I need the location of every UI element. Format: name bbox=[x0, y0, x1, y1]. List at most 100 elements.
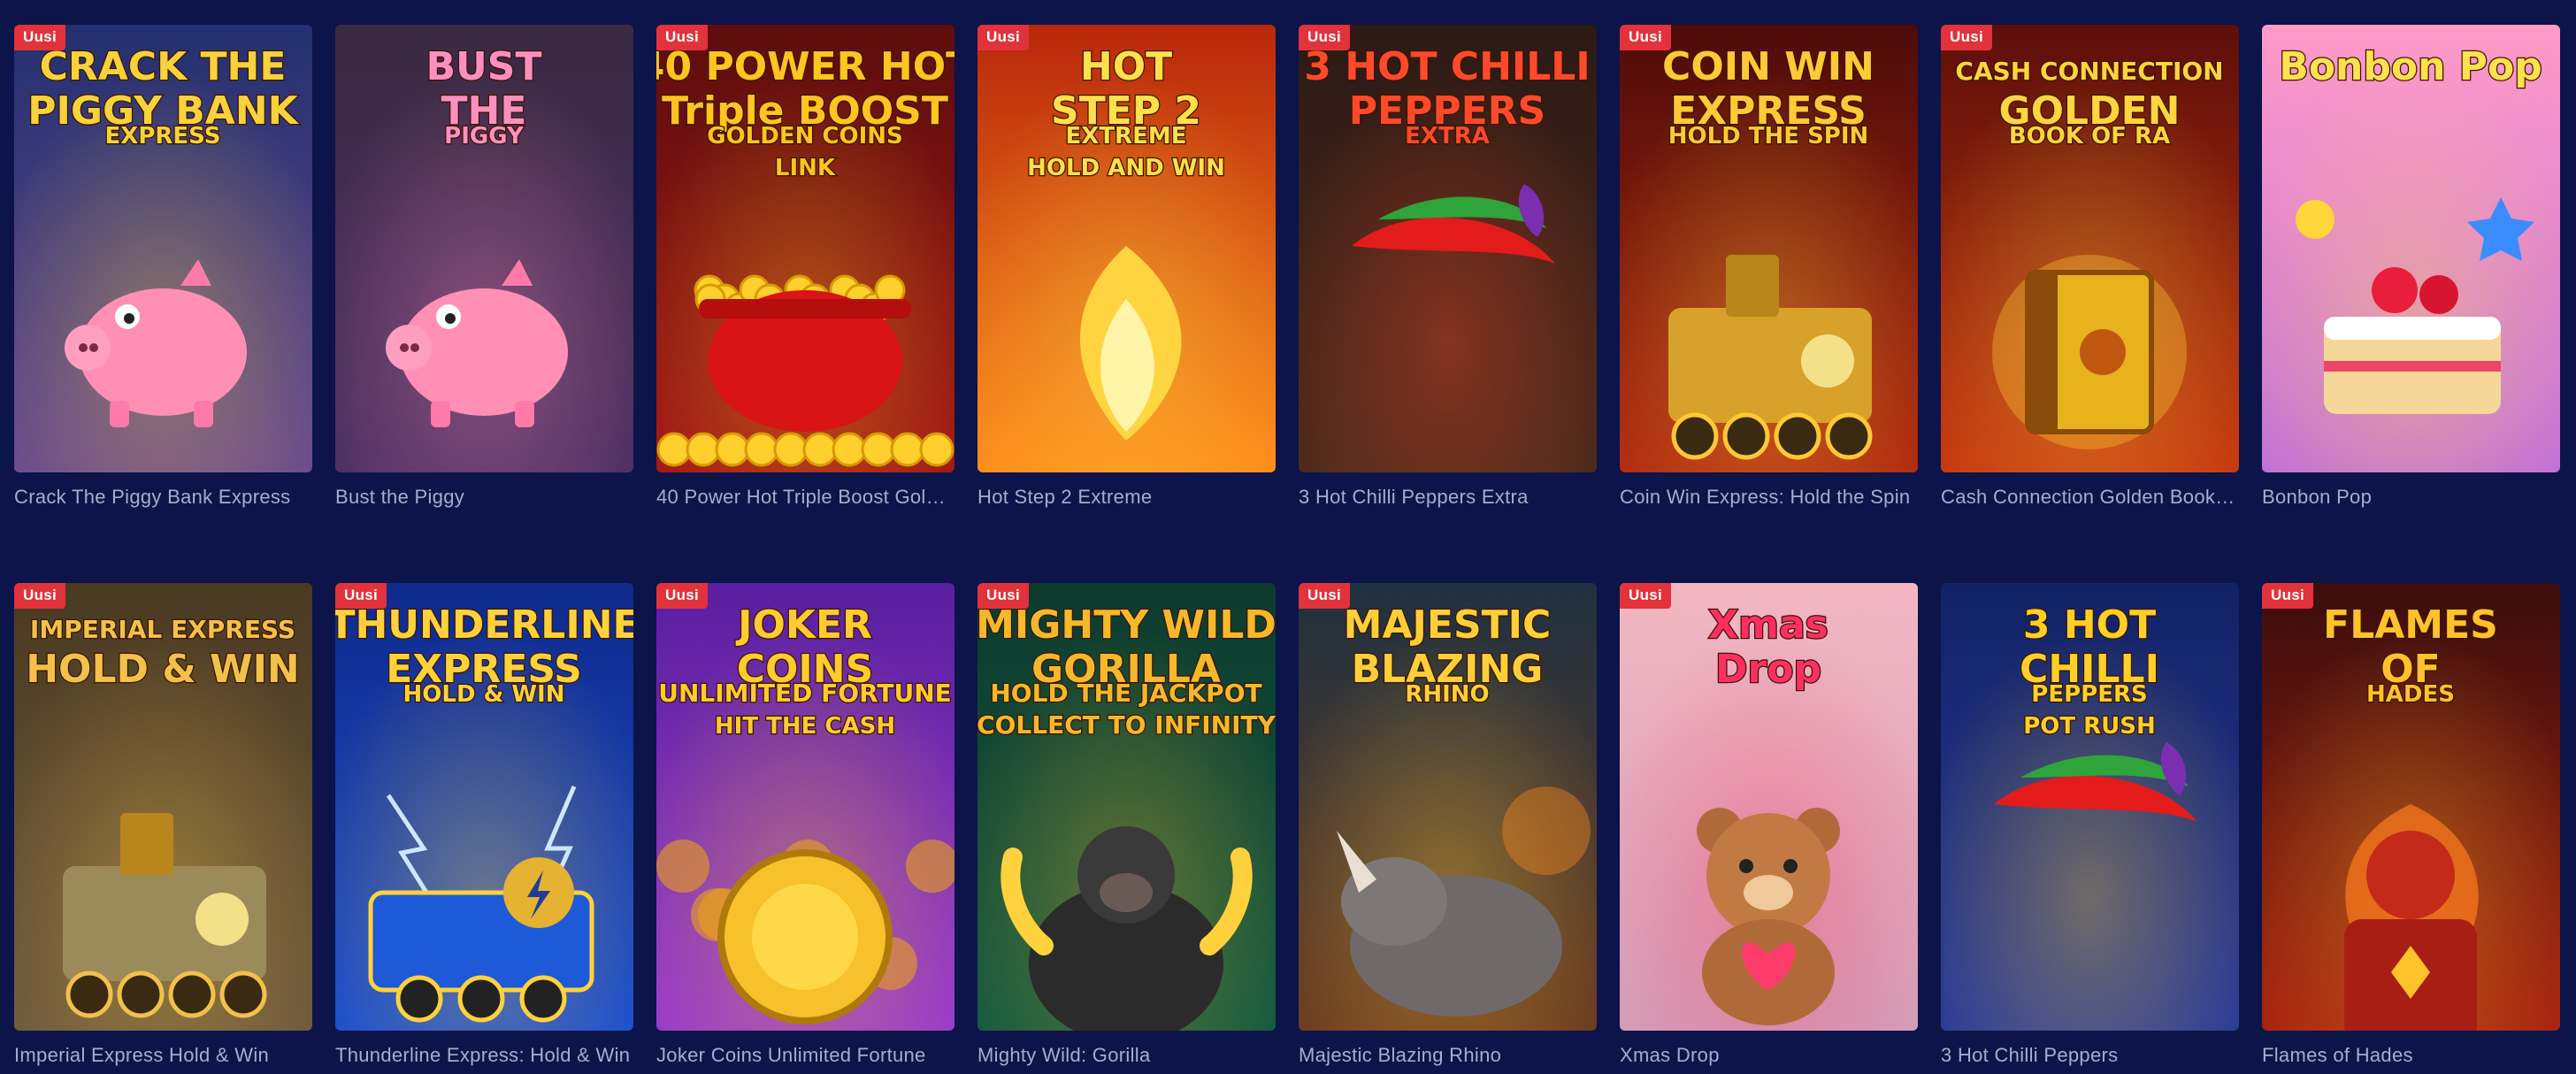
artwork-title-line: PIGGY bbox=[444, 123, 525, 150]
artwork-title-line: IMPERIAL EXPRESS bbox=[30, 615, 295, 644]
artwork-title-line: 3 HOT bbox=[2023, 602, 2156, 648]
artwork-title-line: RHINO bbox=[1405, 681, 1489, 708]
artwork-title-line: HADES bbox=[2366, 681, 2455, 708]
game-artwork: THUNDERLINEEXPRESSHOLD & WIN bbox=[335, 583, 633, 1031]
game-thumbnail[interactable]: Uusi CRACK THE PIGGY BANK EXPRESS bbox=[14, 25, 312, 472]
game-artwork: BUSTTHEPIGGY bbox=[335, 25, 633, 472]
game-title[interactable]: Bonbon Pop bbox=[2262, 484, 2560, 510]
game-artwork: 3 HOTCHILLIPEPPERSPOT RUSH bbox=[1941, 583, 2239, 1031]
artwork-title-line: POT RUSH bbox=[2023, 713, 2156, 740]
game-tile[interactable]: Uusi IMPERIAL EXPRESS HOLD & WIN Imperial… bbox=[14, 583, 312, 1069]
game-thumbnail[interactable]: Uusi 40 POWER HOTTriple BOOSTGOLDEN COIN… bbox=[656, 25, 954, 472]
artwork-title-line: HOT bbox=[1080, 44, 1172, 89]
game-thumbnail[interactable]: Uusi HOT STEP 2 EXTREME HOLD AND WIN bbox=[978, 25, 1276, 472]
game-tile[interactable]: Uusi 40 POWER HOTTriple BOOSTGOLDEN COIN… bbox=[656, 25, 954, 510]
game-tile[interactable]: Bonbon Pop Bonbon Pop bbox=[2262, 25, 2560, 510]
game-title[interactable]: 3 Hot Chilli Peppers Extra bbox=[1299, 484, 1597, 510]
new-badge: Uusi bbox=[14, 25, 66, 50]
game-thumbnail[interactable]: 3 HOT CHILLI PEPPERS POT RUSH bbox=[1941, 583, 2239, 1031]
game-tile[interactable]: Uusi MIGHTY WILD GORILLA HOLD THE JACKPOT C… bbox=[978, 583, 1276, 1069]
game-title[interactable]: Xmas Drop bbox=[1620, 1042, 1918, 1069]
game-artwork: FLAMESOFHADES bbox=[2262, 583, 2560, 1031]
game-thumbnail[interactable]: Bonbon Pop bbox=[2262, 25, 2560, 472]
game-title[interactable]: 40 Power Hot Triple Boost Golden Coins L… bbox=[656, 484, 954, 510]
game-artwork: CRACK THEPIGGY BANKEXPRESS bbox=[14, 25, 312, 472]
book-icon bbox=[1992, 255, 2187, 449]
artwork-title-line: CASH CONNECTION bbox=[1955, 57, 2223, 86]
game-thumbnail[interactable]: Uusi MAJESTIC BLAZING RHINO bbox=[1299, 583, 1597, 1031]
artwork-title-line: BOOK OF RA bbox=[2009, 123, 2170, 150]
game-title[interactable]: Majestic Blazing Rhino bbox=[1299, 1042, 1597, 1069]
game-title[interactable]: Bust the Piggy bbox=[335, 484, 633, 510]
game-tile[interactable]: Uusi 3 HOT CHILLI PEPPERS EXTRA 3 Hot Chil… bbox=[1299, 25, 1597, 510]
game-artwork: HOTSTEP 2EXTREMEHOLD AND WIN bbox=[978, 25, 1276, 472]
artwork-title-line: UNLIMITED FORTUNE bbox=[658, 679, 952, 708]
artwork-title-line: HIT THE CASH bbox=[715, 713, 895, 740]
game-artwork: XmasDrop bbox=[1620, 583, 1918, 1031]
game-thumbnail[interactable]: Uusi COIN WIN EXPRESS HOLD THE SPIN bbox=[1620, 25, 1918, 472]
game-title[interactable]: Hot Step 2 Extreme bbox=[978, 484, 1276, 510]
game-title[interactable]: Cash Connection Golden Book of Ra bbox=[1941, 484, 2239, 510]
game-tile[interactable]: BUST THE PIGGY Bust the Piggy bbox=[335, 25, 633, 510]
game-tile[interactable]: Uusi CASH CONNECTION GOLDEN BOOK OF RA Cas… bbox=[1941, 25, 2239, 510]
game-tile[interactable]: Uusi CRACK THE PIGGY BANK EXPRESS Crack Th… bbox=[14, 25, 312, 510]
game-tile[interactable]: Uusi FLAMES OF HADES Flames of Hades bbox=[2262, 583, 2560, 1069]
game-artwork: CASH CONNECTIONGOLDENBOOK OF RA bbox=[1941, 25, 2239, 472]
game-tile[interactable]: Uusi Xmas Drop Xmas Drop bbox=[1620, 583, 1918, 1069]
artwork-title-line: CRACK THE bbox=[40, 44, 287, 89]
game-title[interactable]: Flames of Hades bbox=[2262, 1042, 2560, 1069]
new-badge: Uusi bbox=[656, 25, 709, 50]
artwork-title-line: EXPRESS bbox=[105, 123, 221, 150]
game-artwork: JOKERCOINSUNLIMITED FORTUNEHIT THE CASH bbox=[656, 583, 954, 1031]
game-tile[interactable]: Uusi COIN WIN EXPRESS HOLD THE SPIN Coin W… bbox=[1620, 25, 1918, 510]
game-thumbnail[interactable]: Uusi FLAMES OF HADES bbox=[2262, 583, 2560, 1031]
game-title[interactable]: Joker Coins Unlimited Fortune bbox=[656, 1042, 954, 1069]
artwork-title-line: COIN WIN bbox=[1662, 44, 1874, 89]
game-title[interactable]: Crack The Piggy Bank Express bbox=[14, 484, 312, 510]
game-title[interactable]: Thunderline Express: Hold & Win bbox=[335, 1042, 633, 1069]
new-badge: Uusi bbox=[1299, 583, 1351, 609]
artwork-title-line: FLAMES bbox=[2323, 602, 2498, 648]
artwork-title-line: MAJESTIC bbox=[1344, 602, 1552, 648]
artwork-title-line: Bonbon Pop bbox=[2279, 44, 2542, 89]
game-title[interactable]: Imperial Express Hold & Win bbox=[14, 1042, 312, 1069]
game-artwork: 3 HOT CHILLIPEPPERSEXTRA bbox=[1299, 25, 1597, 472]
game-title[interactable]: Coin Win Express: Hold the Spin bbox=[1620, 484, 1918, 510]
new-badge: Uusi bbox=[978, 583, 1030, 609]
game-grid: Uusi CRACK THE PIGGY BANK EXPRESS Crack Th… bbox=[14, 25, 2562, 1069]
game-thumbnail[interactable]: Uusi Xmas Drop bbox=[1620, 583, 1918, 1031]
game-thumbnail[interactable]: Uusi IMPERIAL EXPRESS HOLD & WIN bbox=[14, 583, 312, 1031]
artwork-title-line: 40 POWER HOT bbox=[656, 44, 954, 89]
game-tile[interactable]: Uusi JOKER COINS UNLIMITED FORTUNE HIT THE … bbox=[656, 583, 954, 1069]
artwork-title-line: HOLD THE SPIN bbox=[1668, 123, 1869, 150]
game-tile[interactable]: Uusi HOT STEP 2 EXTREME HOLD AND WIN Hot St… bbox=[978, 25, 1276, 510]
artwork-title-line: JOKER bbox=[735, 602, 872, 648]
game-artwork: MAJESTICBLAZINGRHINO bbox=[1299, 583, 1597, 1031]
game-thumbnail[interactable]: Uusi JOKER COINS UNLIMITED FORTUNE HIT THE … bbox=[656, 583, 954, 1031]
game-thumbnail[interactable]: BUST THE PIGGY bbox=[335, 25, 633, 472]
game-artwork: Bonbon Pop bbox=[2262, 25, 2560, 472]
game-tile[interactable]: Uusi MAJESTIC BLAZING RHINO Majestic Blazi… bbox=[1299, 583, 1597, 1069]
artwork-title-line: THUNDERLINE bbox=[335, 602, 633, 648]
game-tile[interactable]: 3 HOT CHILLI PEPPERS POT RUSH 3 Hot Chilli … bbox=[1941, 583, 2239, 1069]
new-badge: Uusi bbox=[978, 25, 1030, 50]
game-title[interactable]: Mighty Wild: Gorilla bbox=[978, 1042, 1276, 1069]
game-thumbnail[interactable]: Uusi CASH CONNECTION GOLDEN BOOK OF RA bbox=[1941, 25, 2239, 472]
new-badge: Uusi bbox=[1299, 25, 1351, 50]
game-thumbnail[interactable]: Uusi 3 HOT CHILLI PEPPERS EXTRA bbox=[1299, 25, 1597, 472]
artwork-title-line: MIGHTY WILD bbox=[978, 602, 1276, 648]
game-thumbnail[interactable]: Uusi THUNDERLINE EXPRESS HOLD & WIN bbox=[335, 583, 633, 1031]
artwork-title-line: HOLD AND WIN bbox=[1027, 155, 1225, 181]
new-badge: Uusi bbox=[656, 583, 709, 609]
artwork-title-line: HOLD THE JACKPOT bbox=[990, 679, 1261, 708]
game-thumbnail[interactable]: Uusi MIGHTY WILD GORILLA HOLD THE JACKPOT C… bbox=[978, 583, 1276, 1031]
new-badge: Uusi bbox=[1620, 25, 1672, 50]
artwork-title-line: EXTRA bbox=[1405, 123, 1490, 150]
artwork-title-line: 3 HOT CHILLI bbox=[1304, 44, 1590, 89]
artwork-title-line: EXTREME bbox=[1066, 123, 1187, 150]
game-title[interactable]: 3 Hot Chilli Peppers bbox=[1941, 1042, 2239, 1069]
game-artwork: MIGHTY WILDGORILLAHOLD THE JACKPOTCOLLEC… bbox=[978, 583, 1276, 1031]
new-badge: Uusi bbox=[1941, 25, 1993, 50]
game-tile[interactable]: Uusi THUNDERLINE EXPRESS HOLD & WIN Thunde… bbox=[335, 583, 633, 1069]
new-badge: Uusi bbox=[14, 583, 66, 609]
